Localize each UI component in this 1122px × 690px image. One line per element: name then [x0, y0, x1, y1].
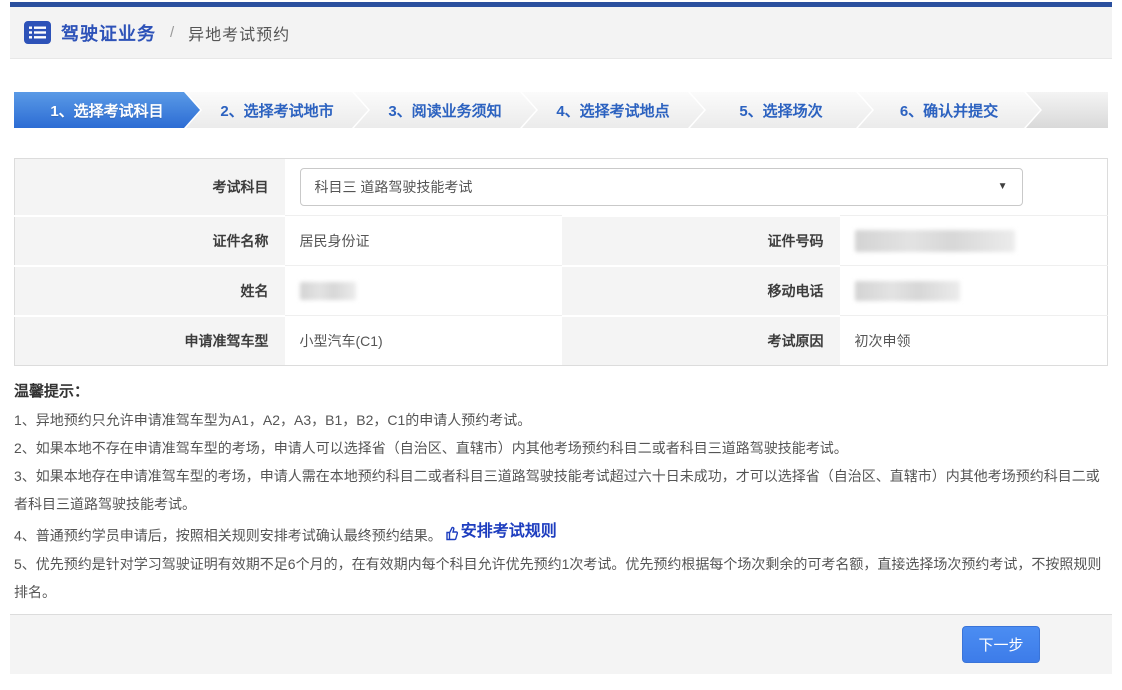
cert-no-label: 证件号码	[562, 216, 840, 266]
step-label: 3、阅读业务须知	[388, 100, 501, 121]
reason-value: 初次申领	[840, 316, 1108, 366]
tips-title: 温馨提示：	[14, 378, 1108, 406]
page: 驾驶证业务 / 异地考试预约 1、选择考试科目 2、选择考试地市 3、阅读业务须…	[0, 2, 1122, 674]
tips-section: 温馨提示： 1、异地预约只允许申请准驾车型为A1，A2，A3，B1，B2，C1的…	[14, 378, 1108, 606]
step-label: 2、选择考试地市	[220, 100, 333, 121]
subject-selected-value: 科目三 道路驾驶技能考试	[315, 177, 473, 197]
cert-name-value: 居民身份证	[285, 216, 562, 266]
subject-cell: 科目三 道路驾驶技能考试 ▼	[285, 159, 1108, 216]
table-row: 考试科目 科目三 道路驾驶技能考试 ▼	[15, 159, 1108, 216]
step-5-select-session[interactable]: 5、选择场次	[690, 92, 872, 128]
phone-value	[840, 266, 1108, 316]
exam-rules-link[interactable]: 安排考试规则	[442, 518, 557, 546]
breadcrumb: 驾驶证业务 / 异地考试预约	[10, 7, 1112, 59]
tip-item-2: 2、如果本地不存在申请准驾车型的考场，申请人可以选择省（自治区、直辖市）内其他考…	[14, 434, 1108, 462]
license-menu-icon	[24, 21, 51, 44]
tip-item-1: 1、异地预约只允许申请准驾车型为A1，A2，A3，B1，B2，C1的申请人预约考…	[14, 406, 1108, 434]
reason-label: 考试原因	[562, 316, 840, 366]
step-wizard: 1、选择考试科目 2、选择考试地市 3、阅读业务须知 4、选择考试地点 5、选择…	[14, 92, 1108, 128]
subject-select[interactable]: 科目三 道路驾驶技能考试 ▼	[300, 168, 1023, 206]
step-4-select-site[interactable]: 4、选择考试地点	[522, 92, 704, 128]
phone-label: 移动电话	[562, 266, 840, 316]
redacted-name	[300, 282, 356, 300]
next-step-button[interactable]: 下一步	[962, 626, 1040, 663]
step-3-read-notice[interactable]: 3、阅读业务须知	[354, 92, 536, 128]
redacted-id-number	[855, 230, 1015, 252]
chevron-down-icon: ▼	[998, 181, 1008, 192]
tip-item-4-text: 4、普通预约学员申请后，按照相关规则安排考试确认最终预约结果。	[14, 528, 442, 544]
applicant-info-table: 考试科目 科目三 道路驾驶技能考试 ▼ 证件名称 居民身份证 证件号码 姓名 移…	[14, 158, 1108, 366]
step-1-select-subject[interactable]: 1、选择考试科目	[14, 92, 200, 128]
name-label: 姓名	[15, 266, 285, 316]
name-value	[285, 266, 562, 316]
vehicle-label: 申请准驾车型	[15, 316, 285, 366]
cert-name-label: 证件名称	[15, 216, 285, 266]
vehicle-value: 小型汽车(C1)	[285, 316, 562, 366]
breadcrumb-separator: /	[170, 24, 174, 41]
step-2-select-city[interactable]: 2、选择考试地市	[186, 92, 368, 128]
table-row: 证件名称 居民身份证 证件号码	[15, 216, 1108, 266]
tip-item-5: 5、优先预约是针对学习驾驶证明有效期不足6个月的，在有效期内每个科目允许优先预约…	[14, 550, 1108, 606]
tip-item-4: 4、普通预约学员申请后，按照相关规则安排考试确认最终预约结果。 安排考试规则	[14, 518, 1108, 550]
footer-action-bar: 下一步	[10, 614, 1112, 674]
table-row: 申请准驾车型 小型汽车(C1) 考试原因 初次申领	[15, 316, 1108, 366]
step-6-confirm-submit[interactable]: 6、确认并提交	[858, 92, 1040, 128]
step-label: 6、确认并提交	[900, 100, 998, 121]
tip-item-3: 3、如果本地存在申请准驾车型的考场，申请人需在本地预约科目二或者科目三道路驾驶技…	[14, 462, 1108, 518]
subject-label: 考试科目	[15, 159, 285, 216]
step-label: 1、选择考试科目	[50, 100, 163, 121]
breadcrumb-section[interactable]: 驾驶证业务	[61, 20, 156, 46]
redacted-phone	[855, 281, 960, 301]
page-title: 异地考试预约	[188, 21, 290, 45]
step-label: 5、选择场次	[739, 100, 822, 121]
step-label: 4、选择考试地点	[556, 100, 669, 121]
table-row: 姓名 移动电话	[15, 266, 1108, 316]
exam-rules-link-label: 安排考试规则	[461, 518, 557, 546]
thumb-up-icon	[442, 525, 459, 542]
cert-no-value	[840, 216, 1108, 266]
